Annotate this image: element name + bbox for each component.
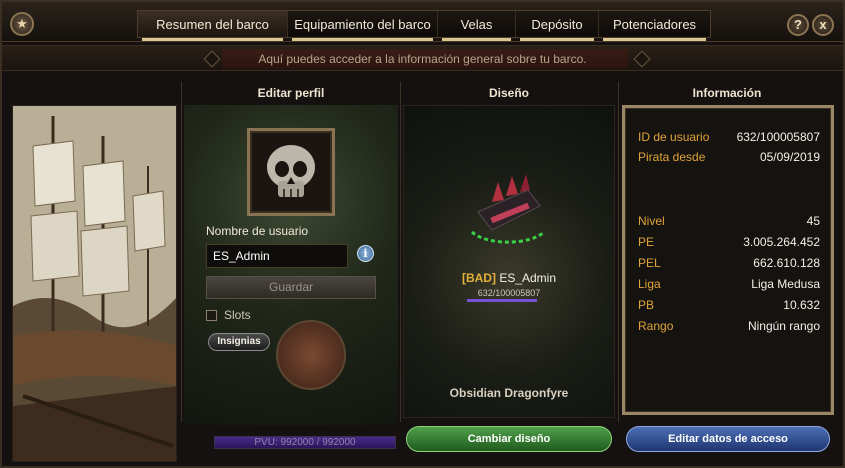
info-row-pirate-since: Pirata desde 05/09/2019 xyxy=(638,150,820,166)
clan-tag: [BAD] xyxy=(461,271,496,285)
info-key: PB xyxy=(638,298,655,312)
info-key: Pirata desde xyxy=(638,150,706,164)
tab-indicator xyxy=(292,38,433,41)
column-divider xyxy=(400,82,401,422)
avatar[interactable] xyxy=(247,128,335,216)
edit-login-button[interactable]: Editar datos de acceso xyxy=(626,426,830,452)
info-row-level: Nivel 45 xyxy=(638,214,820,230)
tab-deposito[interactable]: Depósito xyxy=(516,11,599,41)
ship-illustration-art xyxy=(13,106,176,461)
slots-label: Slots xyxy=(224,308,251,322)
design-background xyxy=(403,105,615,418)
tab-label: Depósito xyxy=(531,16,583,32)
slots-checkbox[interactable] xyxy=(206,310,217,321)
help-icon[interactable]: ? xyxy=(787,14,809,36)
ship-design-name: Obsidian Dragonfyre xyxy=(449,386,569,400)
info-banner: Aquí puedes acceder a la información gen… xyxy=(2,45,843,71)
info-icon[interactable]: i xyxy=(357,245,374,262)
column-divider xyxy=(618,82,619,422)
info-row-league: Liga Liga Medusa xyxy=(638,277,820,293)
column-header-profile: Editar perfil xyxy=(257,86,325,100)
info-value: Liga Medusa xyxy=(751,277,820,291)
tab-potenciadores[interactable]: Potenciadores xyxy=(599,11,710,41)
username-label: Nombre de usuario xyxy=(206,224,309,238)
info-value: 3.005.264.452 xyxy=(743,235,820,249)
background-portrait xyxy=(276,320,346,390)
info-key: Rango xyxy=(638,319,674,333)
tab-bar: Resumen del barco Equipamiento del barco… xyxy=(137,10,711,41)
close-icon[interactable]: x xyxy=(812,14,834,36)
info-row-pb: PB 10.632 xyxy=(638,298,820,314)
design-player-name: [BAD] ES_Admin xyxy=(403,271,615,285)
ship-icon xyxy=(468,172,548,244)
info-value: 05/09/2019 xyxy=(759,150,820,164)
star-icon[interactable]: ★ xyxy=(10,12,34,36)
tab-label: Resumen del barco xyxy=(156,16,269,32)
change-design-button[interactable]: Cambiar diseño xyxy=(406,426,612,452)
skull-icon xyxy=(250,131,332,213)
tab-indicator xyxy=(603,38,706,41)
info-value: 662.610.128 xyxy=(753,256,820,270)
ship-illustration xyxy=(12,105,177,462)
info-key: Nivel xyxy=(638,214,665,228)
hp-text: PVU: 992000 / 992000 xyxy=(254,437,356,448)
info-row-user-id: ID de usuario 632/100005807 xyxy=(638,130,820,146)
save-button[interactable]: Guardar xyxy=(206,276,376,299)
info-key: PE xyxy=(638,235,655,249)
tab-active-indicator xyxy=(142,38,283,41)
column-header-info: Información xyxy=(692,86,762,100)
tab-velas[interactable]: Velas xyxy=(438,11,516,41)
info-key: PEL xyxy=(638,256,661,270)
design-underline xyxy=(467,299,537,302)
tab-indicator xyxy=(520,38,594,41)
column-divider xyxy=(181,82,182,422)
info-key: ID de usuario xyxy=(638,130,710,144)
column-header-design: Diseño xyxy=(488,86,529,100)
player-name: ES_Admin xyxy=(499,271,557,285)
tab-label: Velas xyxy=(460,16,493,32)
badges-button[interactable]: Insignias xyxy=(208,333,270,351)
info-value: Ningún rango xyxy=(747,319,820,333)
top-bar: ★ Resumen del barco Equipamiento del bar… xyxy=(2,2,843,42)
tab-indicator xyxy=(442,38,511,41)
info-value: 632/100005807 xyxy=(736,130,820,144)
info-value: 45 xyxy=(806,214,820,228)
design-player-id: 632/100005807 xyxy=(477,288,541,298)
info-value: 10.632 xyxy=(783,298,820,312)
info-key: Liga xyxy=(638,277,661,291)
banner-text: Aquí puedes acceder a la información gen… xyxy=(258,52,587,66)
tab-label: Equipamiento del barco xyxy=(294,16,431,32)
tab-equipamiento[interactable]: Equipamiento del barco xyxy=(288,11,438,41)
hp-bar: PVU: 992000 / 992000 xyxy=(214,436,396,449)
info-row-pel: PEL 662.610.128 xyxy=(638,256,820,272)
tab-resumen[interactable]: Resumen del barco xyxy=(138,11,288,41)
tab-label: Potenciadores xyxy=(612,16,697,32)
info-row-rank: Rango Ningún rango xyxy=(638,319,820,335)
info-row-pe: PE 3.005.264.452 xyxy=(638,235,820,251)
username-input[interactable] xyxy=(206,244,348,268)
